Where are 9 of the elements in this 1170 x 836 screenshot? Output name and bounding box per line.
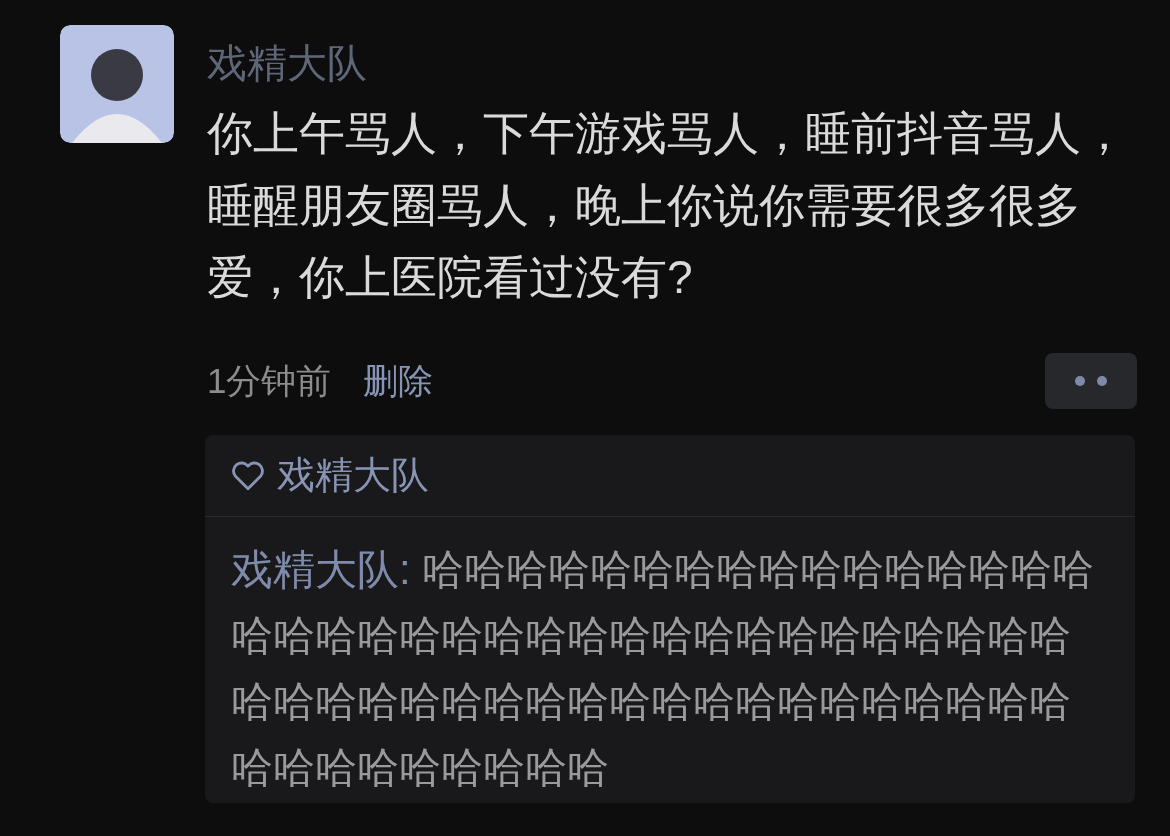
more-icon xyxy=(1074,375,1108,387)
timestamp: 1分钟前 xyxy=(207,359,332,402)
reply-text: 戏精大队: 哈哈哈哈哈哈哈哈哈哈哈哈哈哈哈哈哈哈哈哈哈哈哈哈哈哈哈哈哈哈哈哈哈哈哈哈哈哈哈哈哈哈哈哈哈哈哈哈哈哈哈哈哈哈哈哈哈哈哈哈哈哈哈哈哈 xyxy=(230,545,1096,793)
heart-icon[interactable] xyxy=(231,459,265,492)
comment-text: 你上午骂人，下午游戏骂人，睡前抖音骂人，睡醒朋友圈骂人，晚上你说你需要很多很多爱，你上医院看过没有? xyxy=(207,106,1128,305)
reply-author[interactable]: 戏精大队 xyxy=(277,447,429,504)
author-name[interactable]: 戏精大队 xyxy=(207,39,1137,87)
delete-link[interactable]: 删除 xyxy=(363,354,434,408)
more-button[interactable] xyxy=(1045,353,1137,409)
